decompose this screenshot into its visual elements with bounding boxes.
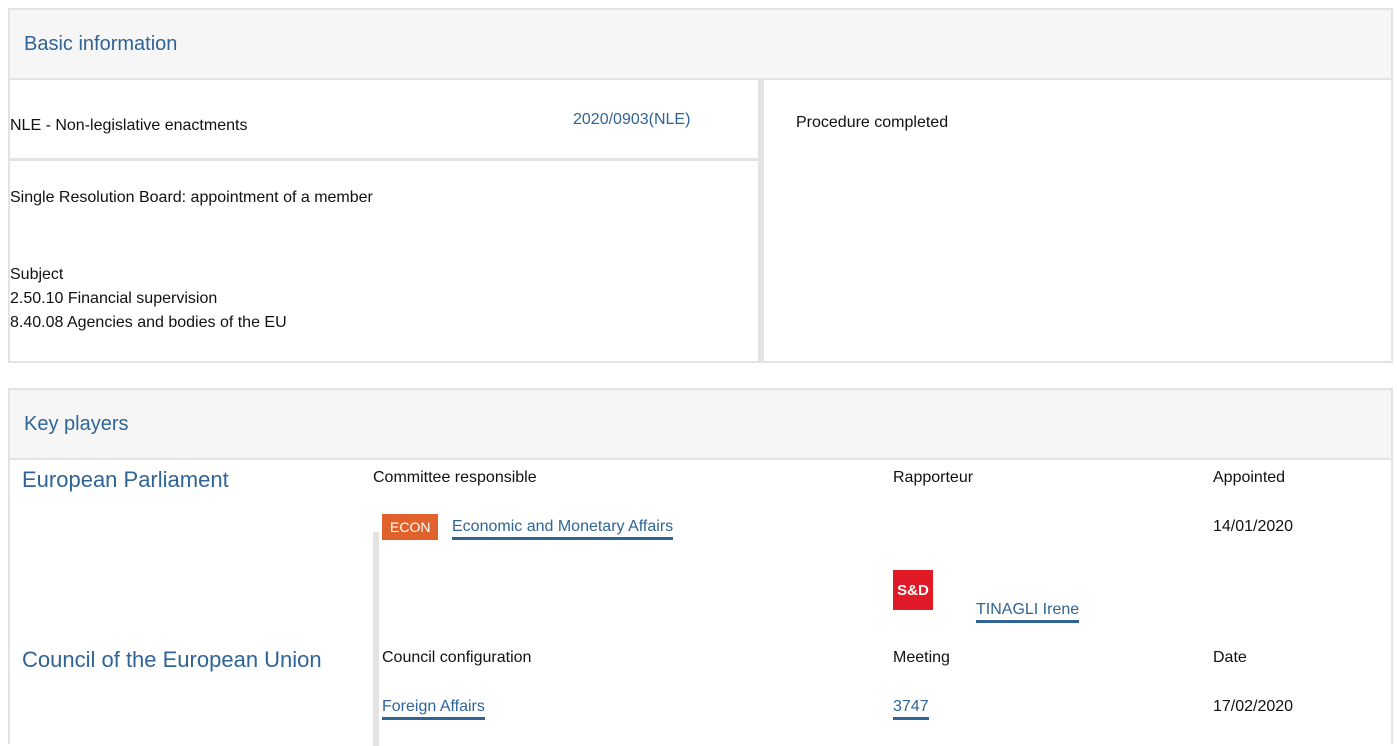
meeting-link[interactable]: 3747 bbox=[893, 698, 929, 720]
key-players-header: Key players bbox=[10, 390, 1391, 460]
procedure-type-row: NLE - Non-legislative enactments 2020/09… bbox=[10, 78, 758, 161]
sd-group-logo: S&D bbox=[893, 570, 933, 610]
procedure-details: NLE - Non-legislative enactments 2020/09… bbox=[10, 78, 758, 363]
header-date: Date bbox=[1213, 649, 1247, 666]
council-date: 17/02/2020 bbox=[1213, 698, 1294, 715]
basic-information-header: Basic information bbox=[10, 10, 1391, 80]
parliament-divider bbox=[373, 532, 379, 642]
header-council-configuration: Council configuration bbox=[382, 649, 532, 666]
header-committee: Committee responsible bbox=[373, 469, 537, 486]
procedure-reference: 2020/0903(NLE) bbox=[573, 111, 691, 128]
appointed-date: 14/01/2020 bbox=[1213, 518, 1294, 535]
rapporteur-link[interactable]: TINAGLI Irene bbox=[976, 601, 1080, 623]
committee-badge: ECON bbox=[382, 514, 439, 540]
council-configuration-link[interactable]: Foreign Affairs bbox=[382, 698, 485, 720]
procedure-status: Procedure completed bbox=[796, 114, 949, 131]
committee-link[interactable]: Economic and Monetary Affairs bbox=[452, 518, 674, 540]
subject-block: Subject 2.50.10 Financial supervision 8.… bbox=[10, 263, 287, 335]
subject-item: 8.40.08 Agencies and bodies of the EU bbox=[10, 314, 287, 331]
council-divider bbox=[373, 642, 379, 746]
subject-label: Subject bbox=[10, 266, 64, 283]
header-rapporteur: Rapporteur bbox=[893, 469, 974, 486]
basic-information-panel: Basic information NLE - Non-legislative … bbox=[8, 8, 1393, 363]
org-european-parliament: European Parliament bbox=[22, 467, 229, 492]
key-players-panel: Key players European Parliament Committe… bbox=[8, 388, 1393, 746]
org-council: Council of the European Union bbox=[22, 647, 322, 672]
panel-title: Basic information bbox=[24, 32, 178, 55]
subject-item: 2.50.10 Financial supervision bbox=[10, 290, 218, 307]
panel-title: Key players bbox=[24, 412, 129, 435]
header-appointed: Appointed bbox=[1213, 469, 1286, 486]
procedure-title: Single Resolution Board: appointment of … bbox=[10, 189, 373, 206]
procedure-status-column: Procedure completed bbox=[758, 78, 1391, 363]
header-meeting: Meeting bbox=[893, 649, 950, 666]
procedure-type: NLE - Non-legislative enactments bbox=[10, 117, 248, 134]
